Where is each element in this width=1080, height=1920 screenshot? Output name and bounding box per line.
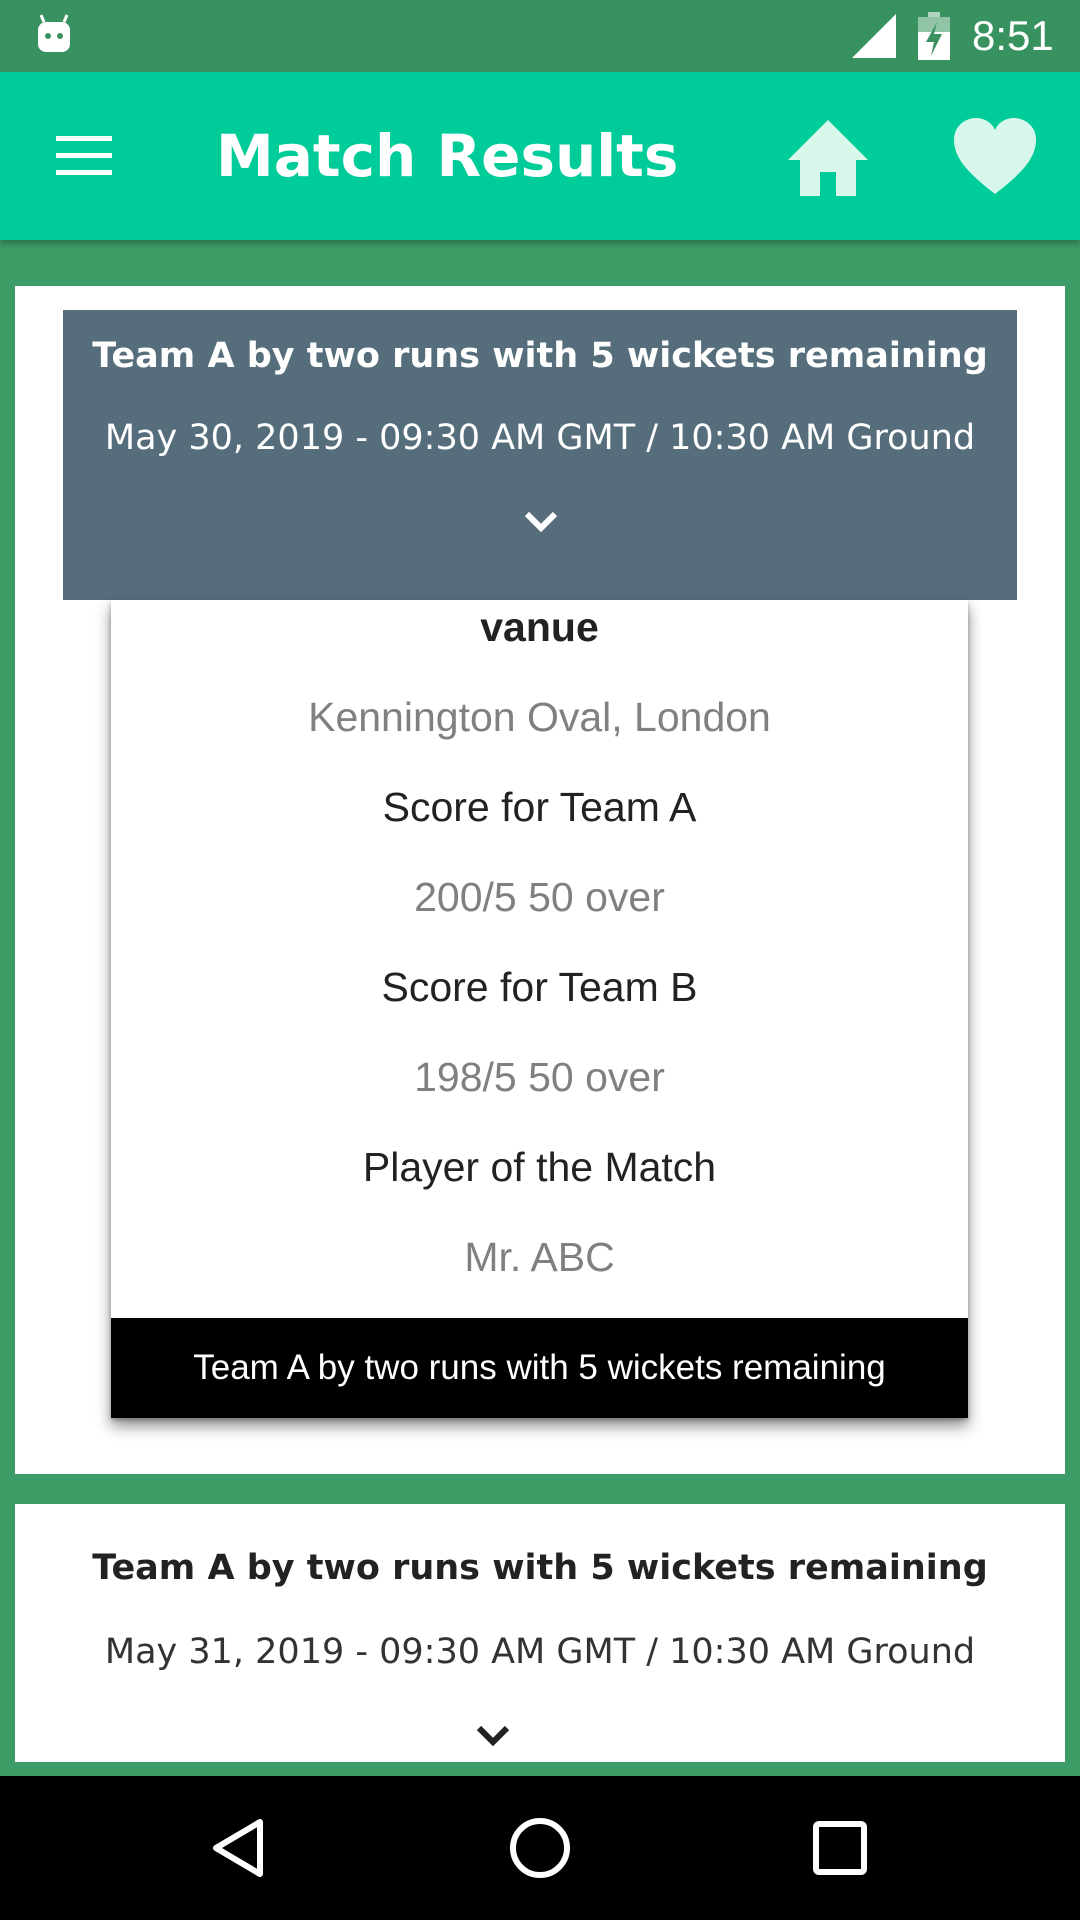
- team-b-score-label: Score for Team B: [381, 964, 698, 1010]
- home-circle-icon[interactable]: [508, 1816, 572, 1880]
- team-b-score-value: 198/5 50 over: [414, 1054, 665, 1100]
- app-bar: Match Results: [0, 72, 1080, 240]
- back-icon[interactable]: [208, 1816, 268, 1880]
- match-details-panel: vanue Kennington Oval, London Score for …: [111, 600, 968, 1418]
- page-title: Match Results: [216, 122, 679, 190]
- match-list[interactable]: Team A by two runs with 5 wickets remain…: [0, 268, 1080, 1762]
- match-title: Team A by two runs with 5 wickets remain…: [92, 1548, 988, 1588]
- team-a-score-label: Score for Team A: [382, 784, 697, 830]
- team-a-score-value: 200/5 50 over: [414, 874, 665, 920]
- battery-charging-icon: [918, 12, 950, 60]
- hamburger-menu-icon[interactable]: [50, 122, 118, 190]
- result-banner: Team A by two runs with 5 wickets remain…: [111, 1318, 968, 1418]
- chevron-down-icon[interactable]: [523, 510, 559, 534]
- player-of-match-value: Mr. ABC: [464, 1234, 615, 1280]
- match-card: Team A by two runs with 5 wickets remain…: [15, 286, 1065, 1474]
- chevron-down-icon[interactable]: [475, 1724, 511, 1748]
- match-card-header[interactable]: Team A by two runs with 5 wickets remain…: [63, 310, 1017, 600]
- match-card[interactable]: Team A by two runs with 5 wickets remain…: [15, 1504, 1065, 1762]
- android-notification-icon: [38, 14, 70, 52]
- match-title: Team A by two runs with 5 wickets remain…: [92, 336, 988, 376]
- heart-icon[interactable]: [952, 116, 1038, 196]
- player-of-match-label: Player of the Match: [362, 1144, 717, 1190]
- status-bar: 8:51: [0, 0, 1080, 72]
- home-icon[interactable]: [784, 116, 872, 200]
- cell-signal-icon: [852, 14, 896, 58]
- venue-value: Kennington Oval, London: [308, 694, 771, 740]
- venue-heading: vanue: [480, 604, 599, 650]
- status-time: 8:51: [972, 12, 1054, 59]
- match-date: May 30, 2019 - 09:30 AM GMT / 10:30 AM G…: [104, 418, 976, 458]
- match-date: May 31, 2019 - 09:30 AM GMT / 10:30 AM G…: [104, 1632, 976, 1672]
- recents-square-icon[interactable]: [812, 1820, 868, 1876]
- system-nav-bar: [0, 1776, 1080, 1920]
